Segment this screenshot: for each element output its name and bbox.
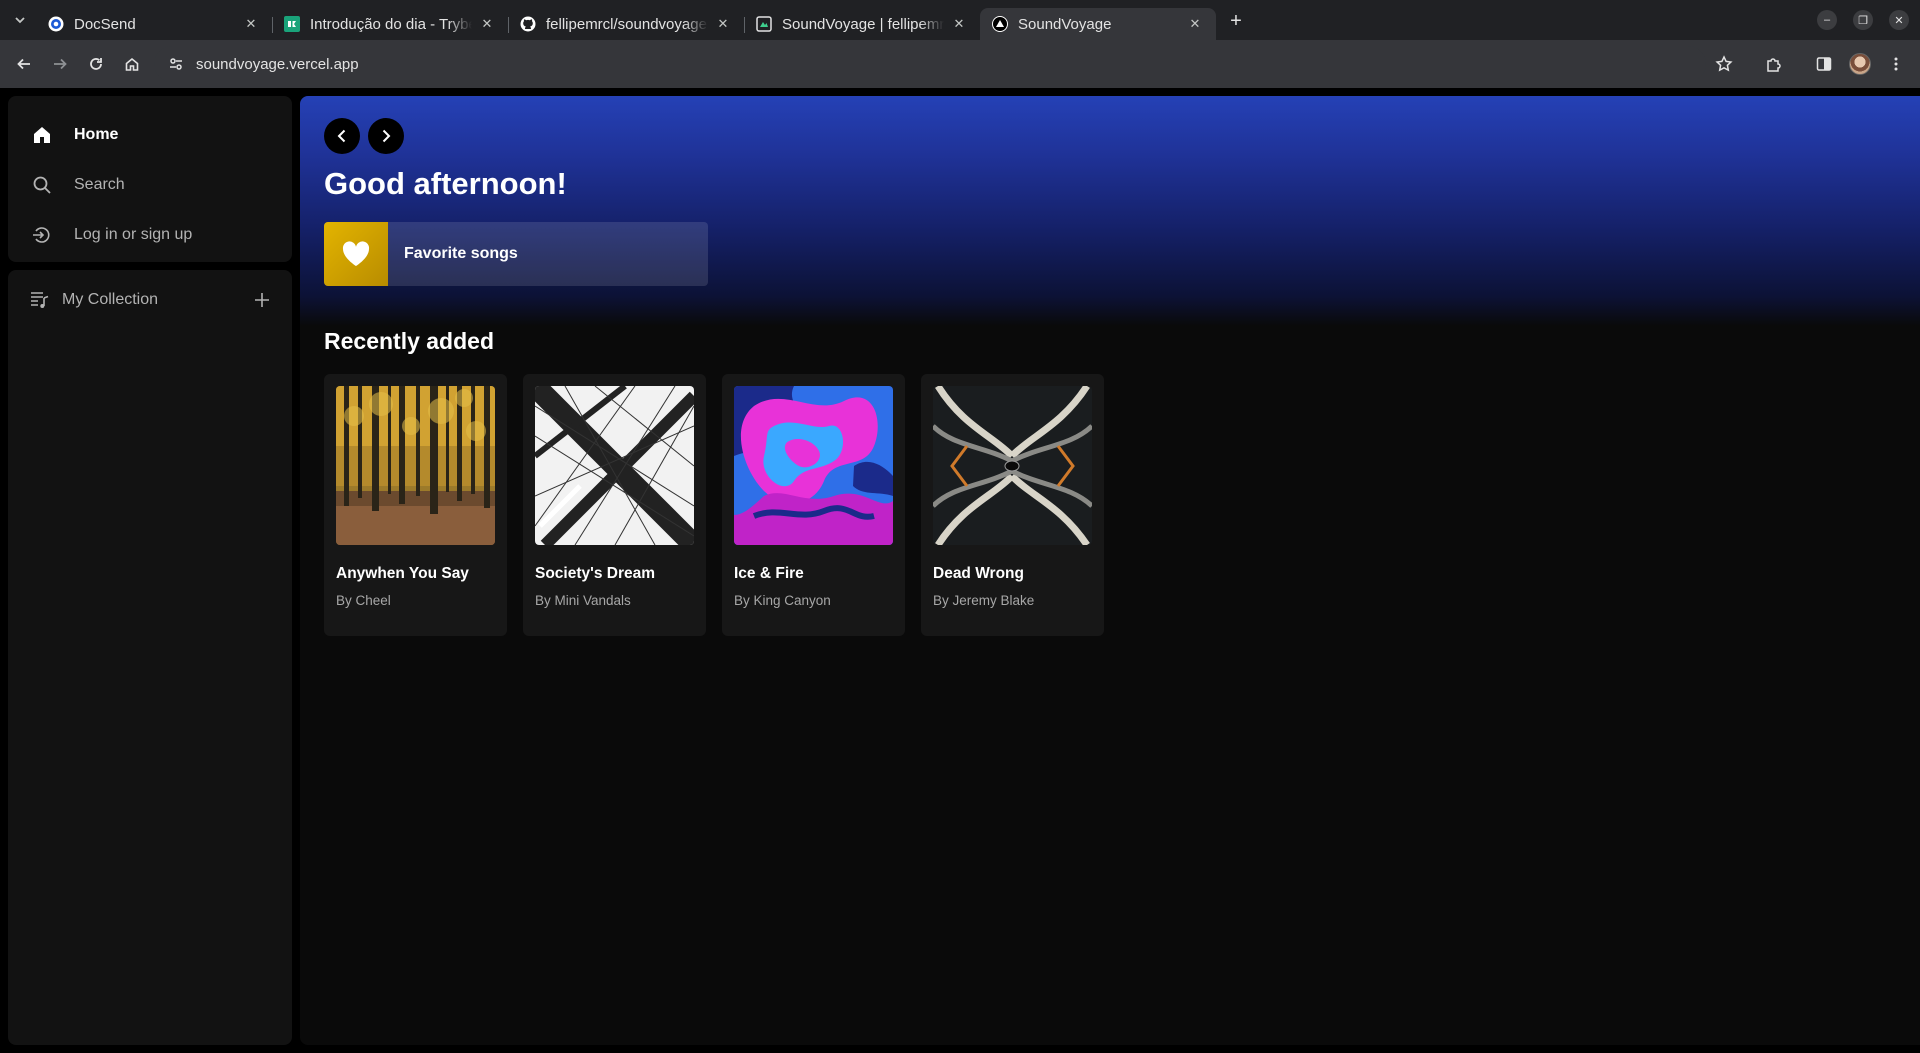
history-nav	[324, 118, 404, 154]
sidebar-item-home[interactable]: Home	[8, 110, 292, 160]
album-list: Anywhen You Say By Cheel Society's Dream…	[324, 374, 1104, 636]
album-cover-image	[933, 386, 1092, 545]
docsend-icon	[48, 16, 64, 32]
album-card[interactable]: Society's Dream By Mini Vandals	[523, 374, 706, 636]
sidebar-item-search[interactable]: Search	[8, 160, 292, 210]
app-page: Home Search Log in or sign up My Collect…	[0, 88, 1920, 1053]
github-icon	[520, 16, 536, 32]
side-panel-icon[interactable]	[1806, 46, 1842, 82]
album-title: Society's Dream	[535, 565, 655, 582]
vercel-icon	[992, 16, 1008, 32]
sidebar-item-login[interactable]: Log in or sign up	[8, 210, 292, 260]
browser-tab-trybe[interactable]: Introdução do dia - Trybe ✕	[272, 8, 508, 40]
forward-arrow-icon[interactable]	[42, 46, 78, 82]
browser-tab-github[interactable]: fellipemrcl/soundvoyage ✕	[508, 8, 744, 40]
tab-title: Introdução do dia - Trybe	[310, 15, 472, 33]
album-artist: By Mini Vandals	[535, 593, 631, 608]
browser-tab-soundvoyage[interactable]: SoundVoyage ✕	[980, 8, 1216, 40]
album-artist: By Cheel	[336, 593, 391, 608]
home-icon	[30, 123, 54, 147]
album-card[interactable]: Anywhen You Say By Cheel	[324, 374, 507, 636]
my-collection-header[interactable]: My Collection	[8, 270, 292, 330]
album-title: Dead Wrong	[933, 565, 1024, 582]
tab-title: fellipemrcl/soundvoyage	[546, 15, 707, 33]
more-menu-kebab-icon[interactable]	[1878, 46, 1914, 82]
back-arrow-icon[interactable]	[6, 46, 42, 82]
favorite-songs-label: Favorite songs	[404, 245, 518, 262]
site-info-tune-icon[interactable]	[164, 52, 188, 76]
album-title: Anywhen You Say	[336, 565, 469, 582]
close-tab-icon[interactable]: ✕	[242, 15, 260, 33]
playlist-icon	[28, 288, 52, 312]
url-text[interactable]: soundvoyage.vercel.app	[196, 56, 359, 73]
go-back-chevron-icon[interactable]	[324, 118, 360, 154]
go-forward-chevron-icon[interactable]	[368, 118, 404, 154]
album-title: Ice & Fire	[734, 565, 804, 582]
tab-search-chevron-icon[interactable]	[8, 8, 32, 32]
profile-avatar[interactable]	[1842, 46, 1878, 82]
close-tab-icon[interactable]: ✕	[714, 15, 732, 33]
browser-toolbar: soundvoyage.vercel.app	[0, 40, 1920, 88]
close-tab-icon[interactable]: ✕	[478, 15, 496, 33]
album-cover-image	[734, 386, 893, 545]
add-collection-plus-icon[interactable]	[250, 288, 274, 312]
browser-tab-vercel-project[interactable]: SoundVoyage | fellipemrcl ✕	[744, 8, 980, 40]
reload-icon[interactable]	[78, 46, 114, 82]
extensions-puzzle-icon[interactable]	[1756, 46, 1792, 82]
minimize-window-button[interactable]: –	[1812, 5, 1842, 35]
album-artist: By Jeremy Blake	[933, 593, 1035, 608]
library-panel: My Collection	[8, 270, 292, 1045]
album-cover-image	[336, 386, 495, 545]
vercel-project-icon	[756, 16, 772, 32]
sidebar-item-label: Home	[74, 126, 119, 143]
trybe-icon	[284, 16, 300, 32]
tab-title: SoundVoyage | fellipemrcl	[782, 15, 944, 33]
close-tab-icon[interactable]: ✕	[1186, 15, 1204, 33]
heart-icon	[324, 222, 388, 286]
album-cover-image	[535, 386, 694, 545]
tab-title: DocSend	[74, 15, 136, 33]
login-icon	[30, 223, 54, 247]
favorite-songs-card[interactable]: Favorite songs	[324, 222, 708, 286]
browser-tab-bar: DocSend ✕ Introdução do dia - Trybe ✕ fe…	[0, 0, 1920, 40]
sidebar-nav: Home Search Log in or sign up	[8, 96, 292, 262]
main-content: Good afternoon! Favorite songs Recently …	[300, 96, 1920, 1045]
page-title: Good afternoon!	[324, 166, 567, 201]
album-card[interactable]: Ice & Fire By King Canyon	[722, 374, 905, 636]
album-artist: By King Canyon	[734, 593, 831, 608]
sidebar-item-label: Log in or sign up	[74, 226, 193, 243]
sidebar-item-label: Search	[74, 176, 125, 193]
address-bar[interactable]: soundvoyage.vercel.app	[154, 46, 1706, 82]
new-tab-plus-icon[interactable]: +	[1222, 7, 1250, 35]
restore-window-button[interactable]: ❐	[1848, 5, 1878, 35]
home-button-icon[interactable]	[114, 46, 150, 82]
section-title: Recently added	[324, 328, 494, 354]
search-icon	[30, 173, 54, 197]
album-card[interactable]: Dead Wrong By Jeremy Blake	[921, 374, 1104, 636]
bookmark-star-icon[interactable]	[1706, 46, 1742, 82]
tab-title: SoundVoyage	[1018, 15, 1112, 33]
my-collection-label: My Collection	[62, 291, 159, 308]
close-tab-icon[interactable]: ✕	[950, 15, 968, 33]
close-window-button[interactable]: ✕	[1884, 5, 1914, 35]
browser-tab-docsend[interactable]: DocSend ✕	[36, 8, 272, 40]
